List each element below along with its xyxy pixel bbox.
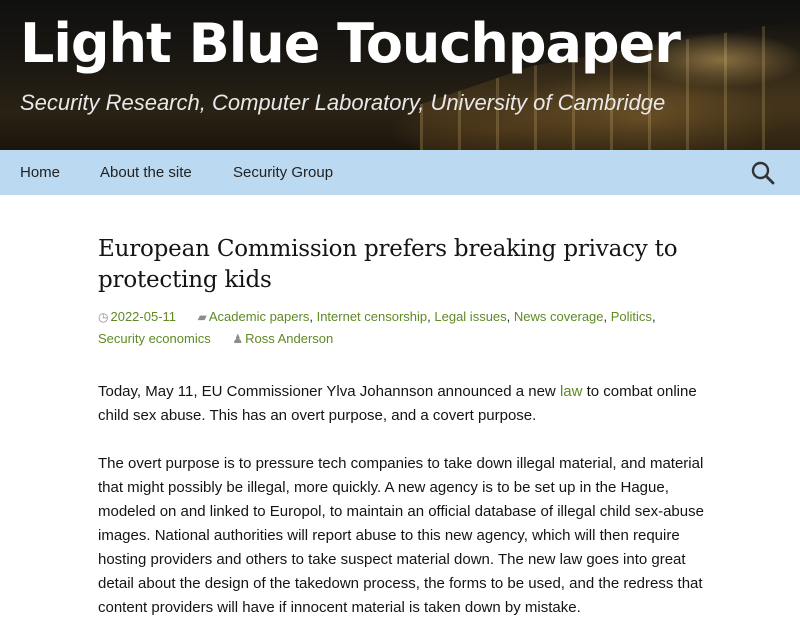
site-title[interactable]: Light Blue Touchpaper	[20, 14, 681, 74]
post-body: Today, May 11, EU Commissioner Ylva Joha…	[98, 380, 704, 620]
post-date-group: ◷ 2022-05-11	[98, 309, 180, 324]
category-link[interactable]: Academic papers	[209, 309, 309, 324]
post-categories: ▰ Academic papers, Internet censorship, L…	[98, 309, 656, 346]
nav-item-home[interactable]: Home	[20, 150, 60, 195]
site-header: Light Blue Touchpaper Security Research,…	[0, 0, 800, 150]
category-link[interactable]: News coverage	[514, 309, 604, 324]
main-navigation: Home About the site Security Group	[0, 150, 800, 195]
post-paragraph: The overt purpose is to pressure tech co…	[98, 455, 704, 616]
post-date-link[interactable]: 2022-05-11	[110, 309, 176, 324]
category-link[interactable]: Legal issues	[434, 309, 506, 324]
clock-icon: ◷	[98, 310, 109, 324]
post-title[interactable]: European Commission prefers breaking pri…	[98, 234, 704, 296]
site-description: Security Research, Computer Laboratory, …	[20, 90, 666, 115]
user-icon: ♟	[232, 332, 244, 346]
nav-item-about-the-site[interactable]: About the site	[100, 150, 192, 195]
category-link[interactable]: Security economics	[98, 331, 211, 346]
post-author-link[interactable]: Ross Anderson	[245, 331, 333, 346]
post-meta: ◷ 2022-05-11 ▰ Academic papers, Internet c…	[98, 306, 704, 350]
post-author-group: ♟ Ross Anderson	[232, 331, 333, 346]
paragraph-text: Today, May 11, EU Commissioner Ylva Joha…	[98, 383, 560, 400]
post-article: European Commission prefers breaking pri…	[98, 234, 704, 644]
law-link[interactable]: law	[560, 383, 583, 400]
post-paragraph: Today, May 11, EU Commissioner Ylva Joha…	[98, 380, 704, 428]
category-link[interactable]: Politics	[611, 309, 652, 324]
nav-item-security-group[interactable]: Security Group	[233, 150, 333, 195]
category-link[interactable]: Internet censorship	[317, 309, 428, 324]
search-icon[interactable]	[750, 160, 776, 186]
folder-icon: ▰	[197, 310, 207, 324]
